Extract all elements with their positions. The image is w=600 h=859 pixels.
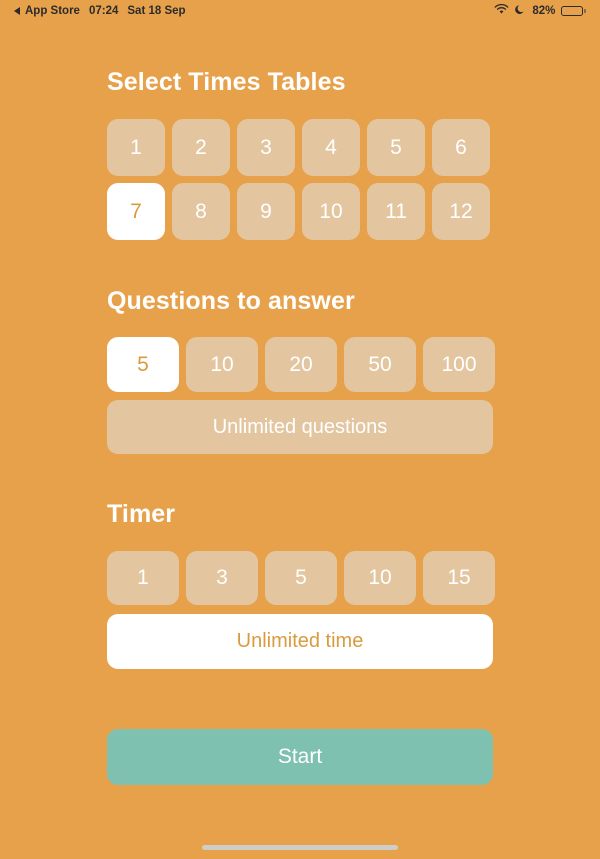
times-table-tile-1[interactable]: 1	[107, 119, 165, 176]
questions-count-tile-20[interactable]: 20	[265, 337, 337, 392]
times-table-tile-3[interactable]: 3	[237, 119, 295, 176]
home-indicator[interactable]	[202, 845, 398, 850]
unlimited-time-button[interactable]: Unlimited time	[107, 614, 493, 669]
questions-count-tile-100[interactable]: 100	[423, 337, 495, 392]
times-table-tile-6[interactable]: 6	[432, 119, 490, 176]
times-table-tile-12[interactable]: 12	[432, 183, 490, 240]
times-tables-row-2: 7 8 9 10 11 12	[0, 183, 600, 240]
back-to-app-label[interactable]: App Store	[25, 5, 80, 17]
questions-count-tile-50[interactable]: 50	[344, 337, 416, 392]
times-table-tile-4[interactable]: 4	[302, 119, 360, 176]
questions-options-row: 5 10 20 50 100	[0, 337, 600, 392]
times-table-tile-5[interactable]: 5	[367, 119, 425, 176]
questions-heading: Questions to answer	[107, 287, 355, 315]
back-triangle-icon[interactable]	[14, 7, 20, 15]
questions-count-tile-5[interactable]: 5	[107, 337, 179, 392]
times-table-tile-11[interactable]: 11	[367, 183, 425, 240]
questions-count-tile-10[interactable]: 10	[186, 337, 258, 392]
battery-percent-label: 82%	[532, 5, 556, 17]
timer-minutes-tile-5[interactable]: 5	[265, 551, 337, 605]
questions-unlimited-row: Unlimited questions	[0, 400, 600, 454]
moon-icon	[515, 4, 526, 18]
times-table-tile-7[interactable]: 7	[107, 183, 165, 240]
unlimited-questions-button[interactable]: Unlimited questions	[107, 400, 493, 454]
times-table-tile-10[interactable]: 10	[302, 183, 360, 240]
times-tables-row-1: 123456	[0, 119, 600, 176]
times-tables-heading: Select Times Tables	[107, 68, 346, 96]
times-table-tile-9[interactable]: 9	[237, 183, 295, 240]
battery-icon	[561, 5, 586, 17]
status-time: 07:24	[88, 5, 119, 17]
timer-minutes-tile-3[interactable]: 3	[186, 551, 258, 605]
timer-minutes-tile-1[interactable]: 1	[107, 551, 179, 605]
times-table-tile-2[interactable]: 2	[172, 119, 230, 176]
status-bar: App Store 07:24 Sat 18 Sep 82%	[0, 0, 600, 22]
status-bar-left: App Store 07:24 Sat 18 Sep	[14, 5, 186, 17]
timer-heading: Timer	[107, 500, 176, 528]
status-date: Sat 18 Sep	[127, 5, 186, 17]
status-bar-right: 82%	[494, 3, 586, 18]
settings-screen: Select Times Tables 123456 7 8 9 10 11 12 Que…	[0, 22, 600, 785]
wifi-icon	[494, 3, 509, 18]
timer-minutes-tile-10[interactable]: 10	[344, 551, 416, 605]
timer-options-row: 1 3 5 10 15	[0, 551, 600, 605]
times-table-tile-8[interactable]: 8	[172, 183, 230, 240]
start-button[interactable]: Start	[107, 729, 493, 785]
timer-unlimited-row: Unlimited time	[0, 614, 600, 669]
timer-minutes-tile-15[interactable]: 15	[423, 551, 495, 605]
